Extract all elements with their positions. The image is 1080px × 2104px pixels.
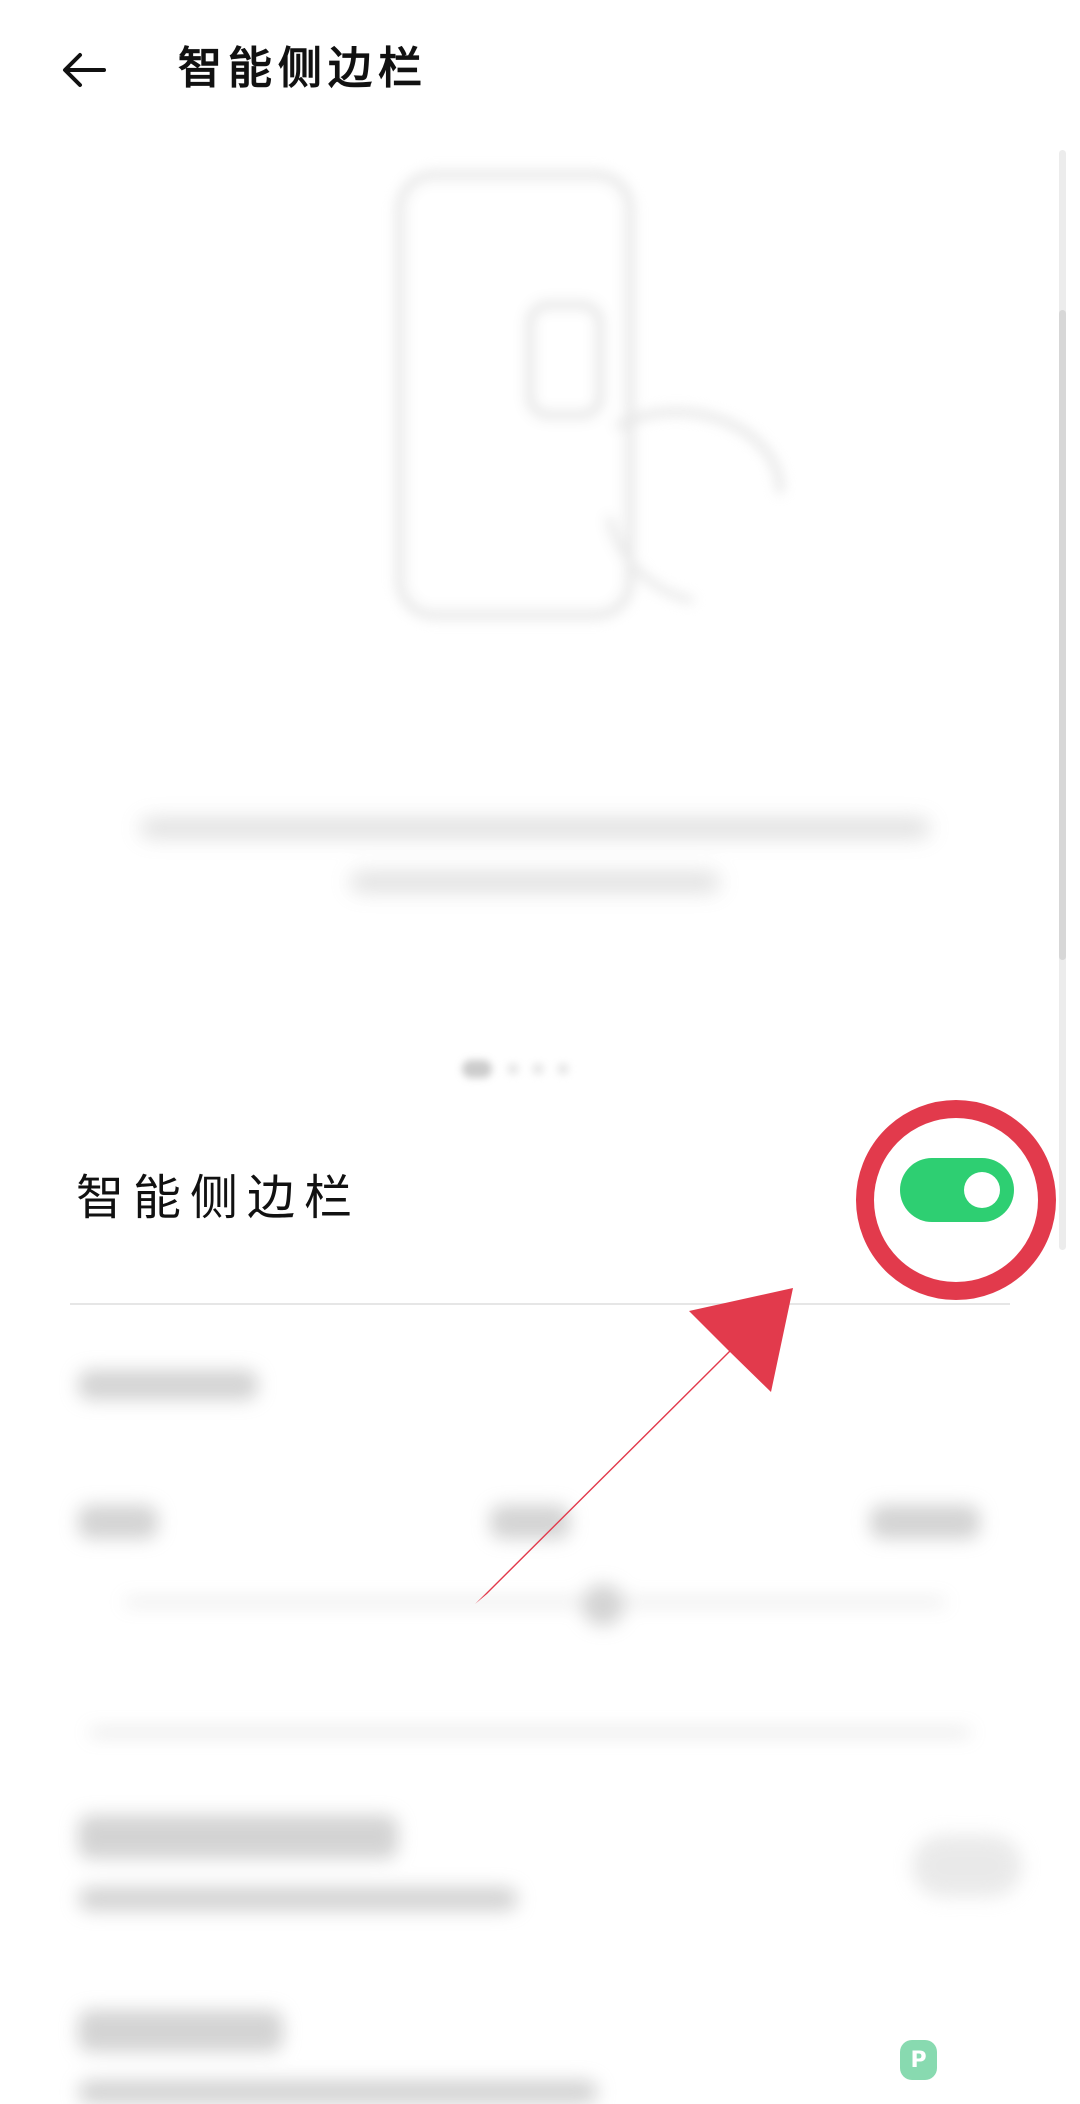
smart-sidebar-toggle[interactable] — [900, 1158, 1014, 1222]
illustration-page-indicator — [462, 1058, 612, 1082]
active-page-dot — [462, 1060, 492, 1078]
back-button[interactable] — [58, 30, 158, 110]
feature-description-text — [130, 800, 950, 920]
watermark-brand: OPPO之家 — [945, 2024, 1054, 2082]
site-watermark: P OPPO之家 www.oppojia.com — [900, 2026, 1070, 2093]
page-title: 智能侧边栏 — [178, 43, 428, 94]
page-dot — [532, 1063, 544, 1075]
watermark-url: www.oppojia.com — [945, 2080, 1051, 2094]
page-dot — [507, 1063, 519, 1075]
top-app-bar: 智能侧边栏 — [0, 0, 1080, 140]
section-divider — [70, 1303, 1010, 1305]
feature-illustration — [395, 170, 784, 620]
setting-label: 智能侧边栏 — [76, 1170, 362, 1226]
watermark-logo-icon: P — [900, 2040, 938, 2080]
page-dot — [557, 1063, 569, 1075]
back-arrow-icon — [63, 53, 106, 87]
blurred-settings-section — [70, 1330, 1022, 2104]
scrollbar-thumb[interactable] — [1059, 310, 1066, 960]
toggle-knob — [964, 1172, 1000, 1208]
smart-sidebar-setting-row[interactable]: 智能侧边栏 — [70, 1120, 1014, 1300]
